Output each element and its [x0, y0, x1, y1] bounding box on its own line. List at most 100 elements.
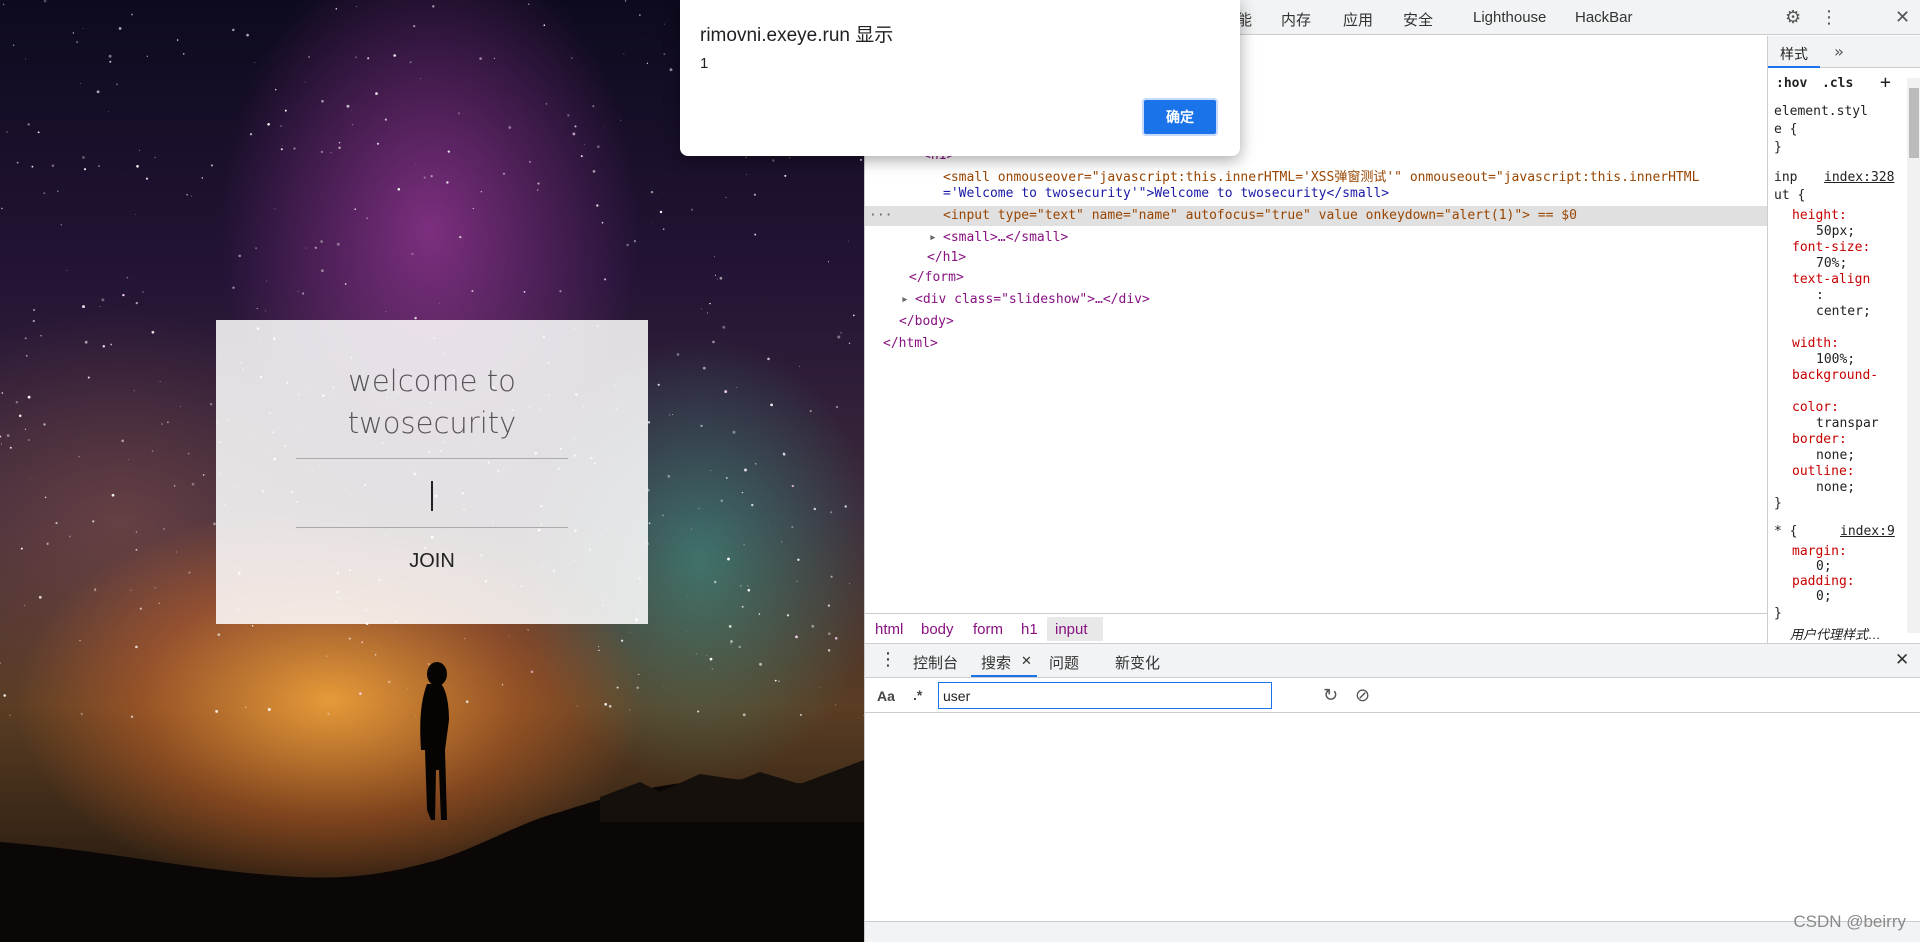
- star: [46, 542, 49, 546]
- tab-memory[interactable]: 内存: [1281, 9, 1311, 30]
- rule2-source-link[interactable]: index:9: [1840, 524, 1895, 539]
- css-property-value[interactable]: transpar: [1816, 416, 1879, 431]
- css-property-value[interactable]: :: [1816, 288, 1824, 303]
- star: [537, 189, 539, 191]
- css-property-value[interactable]: 0;: [1816, 589, 1832, 604]
- css-property-name[interactable]: background-: [1792, 368, 1878, 383]
- star: [767, 357, 770, 361]
- tab-hackbar[interactable]: HackBar: [1575, 9, 1633, 26]
- code-div-slideshow[interactable]: <div class="slideshow">…</div>: [915, 292, 1150, 307]
- star: [840, 332, 842, 334]
- star: [795, 635, 798, 639]
- tab-styles[interactable]: 样式: [1768, 41, 1820, 68]
- star: [659, 210, 663, 214]
- tab-whats-new[interactable]: 新变化: [1115, 652, 1160, 673]
- star: [266, 280, 268, 282]
- regex-toggle[interactable]: .*: [913, 687, 922, 703]
- gear-icon[interactable]: ⚙: [1785, 7, 1801, 28]
- drawer-menu-icon[interactable]: ⋮: [879, 649, 897, 670]
- css-property-name[interactable]: text-align: [1792, 272, 1870, 287]
- css-property-value[interactable]: none;: [1816, 480, 1855, 495]
- match-case-toggle[interactable]: Aa: [877, 688, 895, 704]
- breadcrumb-html[interactable]: html: [875, 621, 903, 638]
- breadcrumb-input[interactable]: input: [1055, 621, 1088, 638]
- more-vertical-icon[interactable]: ⋮: [1820, 7, 1838, 28]
- tab-search[interactable]: 搜索: [981, 652, 1011, 673]
- code-small-cont[interactable]: ='Welcome to twosecurity'">Welcome to tw…: [943, 186, 1389, 201]
- star: [559, 290, 562, 293]
- breadcrumb-body[interactable]: body: [921, 621, 954, 638]
- css-property-value[interactable]: 50px;: [1816, 224, 1855, 239]
- breadcrumb-h1[interactable]: h1: [1021, 621, 1038, 638]
- star: [249, 133, 253, 136]
- star: [82, 28, 84, 29]
- star: [700, 424, 703, 428]
- tab-issues[interactable]: 问题: [1049, 652, 1079, 673]
- star: [714, 274, 716, 276]
- scrollbar-thumb[interactable]: [1909, 88, 1919, 158]
- close-tab-icon[interactable]: ✕: [1021, 653, 1032, 669]
- css-property-value[interactable]: 0;: [1816, 559, 1832, 574]
- code-form-close[interactable]: </form>: [909, 270, 964, 285]
- css-property-name[interactable]: font-size:: [1792, 240, 1870, 255]
- css-property-name[interactable]: margin:: [1792, 544, 1847, 559]
- devtools-drawer: ⋮ 控制台 搜索 ✕ 问题 新变化 ✕ Aa .* ↻ ⊘: [865, 643, 1920, 942]
- star: [690, 208, 694, 211]
- star: [713, 580, 717, 584]
- star: [274, 88, 277, 91]
- name-input[interactable]: [296, 458, 568, 528]
- css-property-value[interactable]: 70%;: [1816, 256, 1847, 271]
- star: [740, 585, 742, 587]
- triangle-right-icon[interactable]: ▸: [901, 292, 909, 307]
- hov-toggle[interactable]: :hov: [1776, 76, 1807, 91]
- triangle-right-icon[interactable]: ▸: [929, 230, 937, 245]
- star: [503, 173, 505, 175]
- css-property-name[interactable]: color:: [1792, 400, 1839, 415]
- clear-icon[interactable]: ⊘: [1355, 685, 1370, 706]
- code-html-close[interactable]: </html>: [883, 336, 938, 351]
- css-property-value[interactable]: 100%;: [1816, 352, 1855, 367]
- css-property-name[interactable]: width:: [1792, 336, 1839, 351]
- star: [40, 334, 42, 337]
- css-property-value[interactable]: center;: [1816, 304, 1871, 319]
- code-body-close[interactable]: </body>: [899, 314, 954, 329]
- css-property-value[interactable]: none;: [1816, 448, 1855, 463]
- close-drawer-icon[interactable]: ✕: [1895, 650, 1909, 670]
- tab-application[interactable]: 应用: [1343, 9, 1373, 30]
- double-chevron-right-icon[interactable]: »: [1834, 42, 1844, 61]
- join-button[interactable]: JOIN: [409, 550, 455, 573]
- rule1-source-link[interactable]: index:328: [1824, 170, 1894, 185]
- refresh-icon[interactable]: ↻: [1323, 685, 1338, 706]
- ok-button[interactable]: 确定: [1142, 98, 1218, 136]
- star: [537, 182, 540, 185]
- breadcrumb-form[interactable]: form: [973, 621, 1003, 638]
- plus-icon[interactable]: +: [1880, 72, 1891, 93]
- rule2-close: }: [1774, 606, 1782, 621]
- code-h1-close[interactable]: </h1>: [927, 250, 966, 265]
- star: [142, 291, 144, 293]
- code-input-selected[interactable]: <input type="text" name="name" autofocus…: [943, 208, 1577, 223]
- code-small-open[interactable]: <small onmouseover="javascript:this.inne…: [943, 166, 1699, 185]
- alert-dialog: rimovni.exeye.run 显示 1 确定: [680, 0, 1240, 156]
- search-input[interactable]: [938, 682, 1272, 709]
- css-property-name[interactable]: border:: [1792, 432, 1847, 447]
- css-property-name[interactable]: padding:: [1792, 574, 1855, 589]
- css-property-name[interactable]: outline:: [1792, 464, 1855, 479]
- css-property-name[interactable]: height:: [1792, 208, 1847, 223]
- tab-security[interactable]: 安全: [1403, 9, 1433, 30]
- star: [827, 604, 831, 607]
- star: [187, 452, 190, 455]
- welcome-heading: welcome to twosecurity: [216, 360, 648, 444]
- star: [344, 283, 347, 285]
- star: [423, 176, 426, 179]
- close-icon[interactable]: ✕: [1895, 7, 1910, 28]
- code-small-collapsed[interactable]: <small>…</small>: [943, 230, 1068, 245]
- cls-toggle[interactable]: .cls: [1822, 76, 1853, 91]
- star: [744, 468, 747, 472]
- styles-scrollbar[interactable]: [1907, 78, 1920, 633]
- tab-lighthouse[interactable]: Lighthouse: [1473, 9, 1546, 26]
- ellipsis-icon[interactable]: ···: [869, 208, 892, 223]
- tab-console[interactable]: 控制台: [913, 652, 958, 673]
- star: [493, 57, 495, 59]
- star: [238, 254, 241, 258]
